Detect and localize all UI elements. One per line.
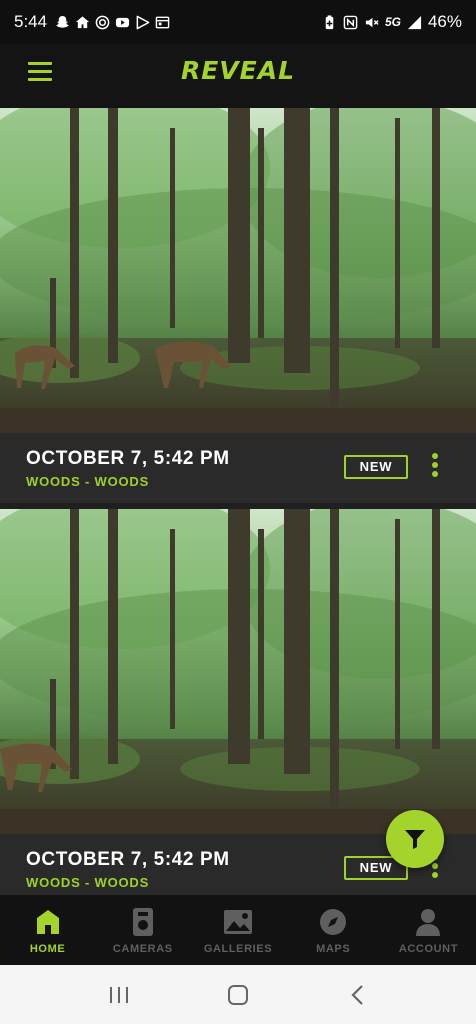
- nav-label: CAMERAS: [112, 943, 173, 955]
- gallery-icon: [223, 907, 253, 937]
- photo-feed[interactable]: OCTOBER 7, 5:42 PM WOODS - WOODS NEW OCT…: [0, 108, 476, 895]
- recents-icon[interactable]: [99, 975, 139, 1015]
- compass-icon: [318, 907, 348, 937]
- status-bar: 5:44 5G 46%: [0, 0, 476, 44]
- nav-account[interactable]: ACCOUNT: [381, 895, 476, 965]
- nav-label: GALLERIES: [203, 943, 273, 955]
- bottom-navigation: HOME CAMERAS GALLERIES MAPS ACCOUNT: [0, 895, 476, 965]
- nav-label: MAPS: [316, 943, 351, 955]
- home-circle-icon[interactable]: [218, 975, 258, 1015]
- brand-logo: REVEAL: [180, 56, 296, 85]
- forest-photo-image: [0, 509, 476, 834]
- filter-icon: [405, 830, 425, 849]
- back-icon[interactable]: [337, 975, 377, 1015]
- nav-cameras[interactable]: CAMERAS: [95, 895, 190, 965]
- account-icon: [413, 907, 443, 937]
- photo-date: OCTOBER 7, 5:42 PM: [26, 448, 230, 469]
- home-icon: [76, 15, 90, 28]
- nav-label: ACCOUNT: [398, 943, 459, 955]
- status-notification-icons: [55, 15, 170, 30]
- snapchat-icon: [56, 15, 69, 28]
- nfc-icon: [343, 15, 358, 29]
- nav-label: HOME: [29, 943, 66, 955]
- signal-icon: [407, 15, 422, 29]
- photo-caption: OCTOBER 7, 5:42 PM WOODS - WOODS NEW: [0, 433, 476, 503]
- status-time: 5:44: [14, 12, 48, 31]
- photo-date: OCTOBER 7, 5:42 PM: [26, 849, 230, 870]
- youtube-icon: [116, 17, 130, 27]
- camera-icon: [128, 907, 158, 937]
- battery-percent: 46%: [427, 12, 462, 31]
- home-icon: [33, 907, 63, 937]
- network-type: 5G: [384, 15, 401, 29]
- trail-camera-photo[interactable]: [0, 509, 476, 834]
- battery-saver-icon: [325, 14, 334, 29]
- target-icon: [95, 15, 110, 29]
- nav-home[interactable]: HOME: [0, 895, 95, 965]
- nav-galleries[interactable]: GALLERIES: [190, 895, 285, 965]
- system-navigation: [0, 965, 476, 1024]
- app-header: REVEAL: [0, 44, 476, 108]
- play-store-icon: [136, 15, 150, 29]
- status-system-icons: 5G 46%: [322, 12, 462, 32]
- calendar-icon: [155, 16, 170, 28]
- mute-icon: [365, 17, 379, 27]
- forest-photo-image: [0, 108, 476, 433]
- photo-location: WOODS - WOODS: [26, 474, 150, 489]
- filter-button[interactable]: [386, 810, 444, 868]
- photo-location: WOODS - WOODS: [26, 875, 150, 890]
- more-options-icon[interactable]: [428, 453, 442, 483]
- nav-maps[interactable]: MAPS: [286, 895, 381, 965]
- trail-camera-photo[interactable]: [0, 108, 476, 433]
- new-badge: NEW: [344, 455, 408, 479]
